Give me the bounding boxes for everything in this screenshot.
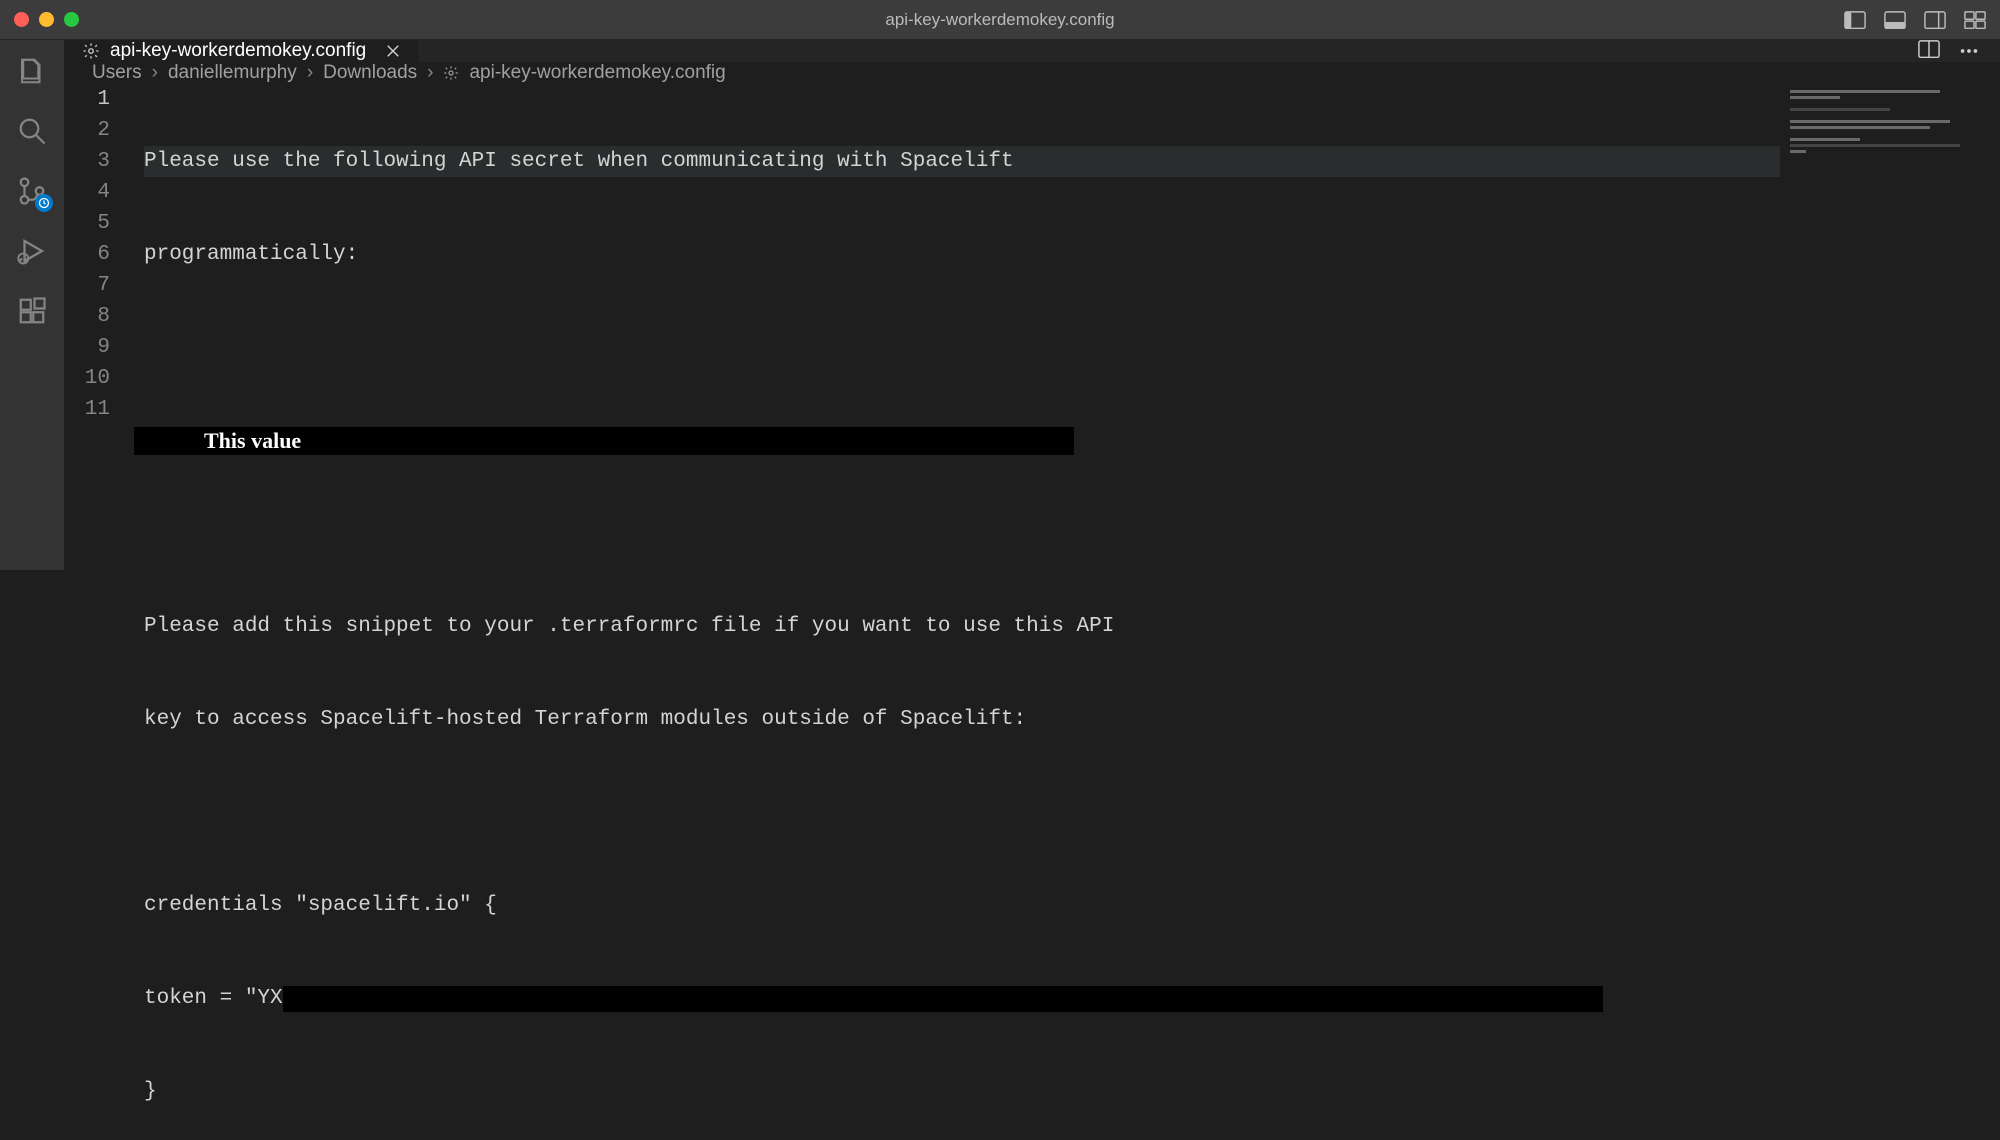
minimap[interactable] — [1780, 84, 2000, 1140]
code-text: key to access Spacelift-hosted Terraform… — [144, 704, 1026, 735]
line-number: 8 — [64, 301, 110, 332]
line-number: 2 — [64, 115, 110, 146]
more-actions-icon[interactable] — [1958, 40, 1980, 62]
source-control-icon[interactable] — [15, 174, 49, 208]
customize-layout-icon[interactable] — [1964, 11, 1986, 29]
scm-badge-icon — [35, 194, 53, 212]
run-debug-icon[interactable] — [15, 234, 49, 268]
code-text: token = "YX — [144, 983, 283, 1014]
tab-active[interactable]: api-key-workerdemokey.config — [64, 40, 419, 62]
activity-bar — [0, 40, 64, 570]
code-text: credentials "spacelift.io" { — [144, 890, 497, 921]
explorer-icon[interactable] — [15, 54, 49, 88]
close-window-button[interactable] — [14, 12, 29, 27]
titlebar: api-key-workerdemokey.config — [0, 0, 2000, 40]
maximize-window-button[interactable] — [64, 12, 79, 27]
line-number: 9 — [64, 332, 110, 363]
gear-icon — [443, 65, 459, 81]
code-text: programmatically: — [144, 239, 358, 270]
code-content[interactable]: Please use the following API secret when… — [134, 84, 2000, 1140]
line-number: 6 — [64, 239, 110, 270]
line-number: 5 — [64, 208, 110, 239]
code-text: Please add this snippet to your .terrafo… — [144, 611, 1114, 642]
redacted-inline — [283, 986, 1603, 1012]
toggle-panel-icon[interactable] — [1884, 11, 1906, 29]
window-title: api-key-workerdemokey.config — [885, 10, 1114, 30]
chevron-right-icon: › — [152, 62, 158, 84]
line-number: 4 — [64, 177, 110, 208]
layout-controls — [1844, 11, 1986, 29]
code-text: } — [144, 1076, 157, 1107]
editor[interactable]: 1 2 3 4 5 6 7 8 9 10 11 Please use the f… — [64, 84, 2000, 1140]
chevron-right-icon: › — [427, 62, 433, 84]
line-number: 11 — [64, 394, 110, 425]
breadcrumb-part[interactable]: Downloads — [323, 62, 417, 84]
search-icon[interactable] — [15, 114, 49, 148]
editor-actions — [1918, 40, 2000, 62]
toggle-secondary-sidebar-icon[interactable] — [1924, 11, 1946, 29]
code-text: Please use the following API secret when… — [144, 146, 1014, 177]
window-controls — [14, 12, 79, 27]
redacted-block: This value — [134, 427, 1074, 455]
line-number: 7 — [64, 270, 110, 301]
toggle-primary-sidebar-icon[interactable] — [1844, 11, 1866, 29]
tab-label: api-key-workerdemokey.config — [110, 40, 366, 62]
gear-icon — [82, 42, 100, 60]
breadcrumb-part[interactable]: daniellemurphy — [168, 62, 297, 84]
tab-bar: api-key-workerdemokey.config — [64, 40, 2000, 62]
breadcrumb-file[interactable]: api-key-workerdemokey.config — [469, 62, 725, 84]
chevron-right-icon: › — [307, 62, 313, 84]
breadcrumb-part[interactable]: Users — [92, 62, 142, 84]
minimize-window-button[interactable] — [39, 12, 54, 27]
line-number: 3 — [64, 146, 110, 177]
line-gutter: 1 2 3 4 5 6 7 8 9 10 11 — [64, 84, 134, 1140]
breadcrumb[interactable]: Users › daniellemurphy › Downloads › api… — [64, 62, 2000, 84]
split-editor-icon[interactable] — [1918, 40, 1940, 62]
line-number: 10 — [64, 363, 110, 394]
close-tab-icon[interactable] — [384, 42, 402, 60]
extensions-icon[interactable] — [15, 294, 49, 328]
line-number: 1 — [64, 84, 110, 115]
